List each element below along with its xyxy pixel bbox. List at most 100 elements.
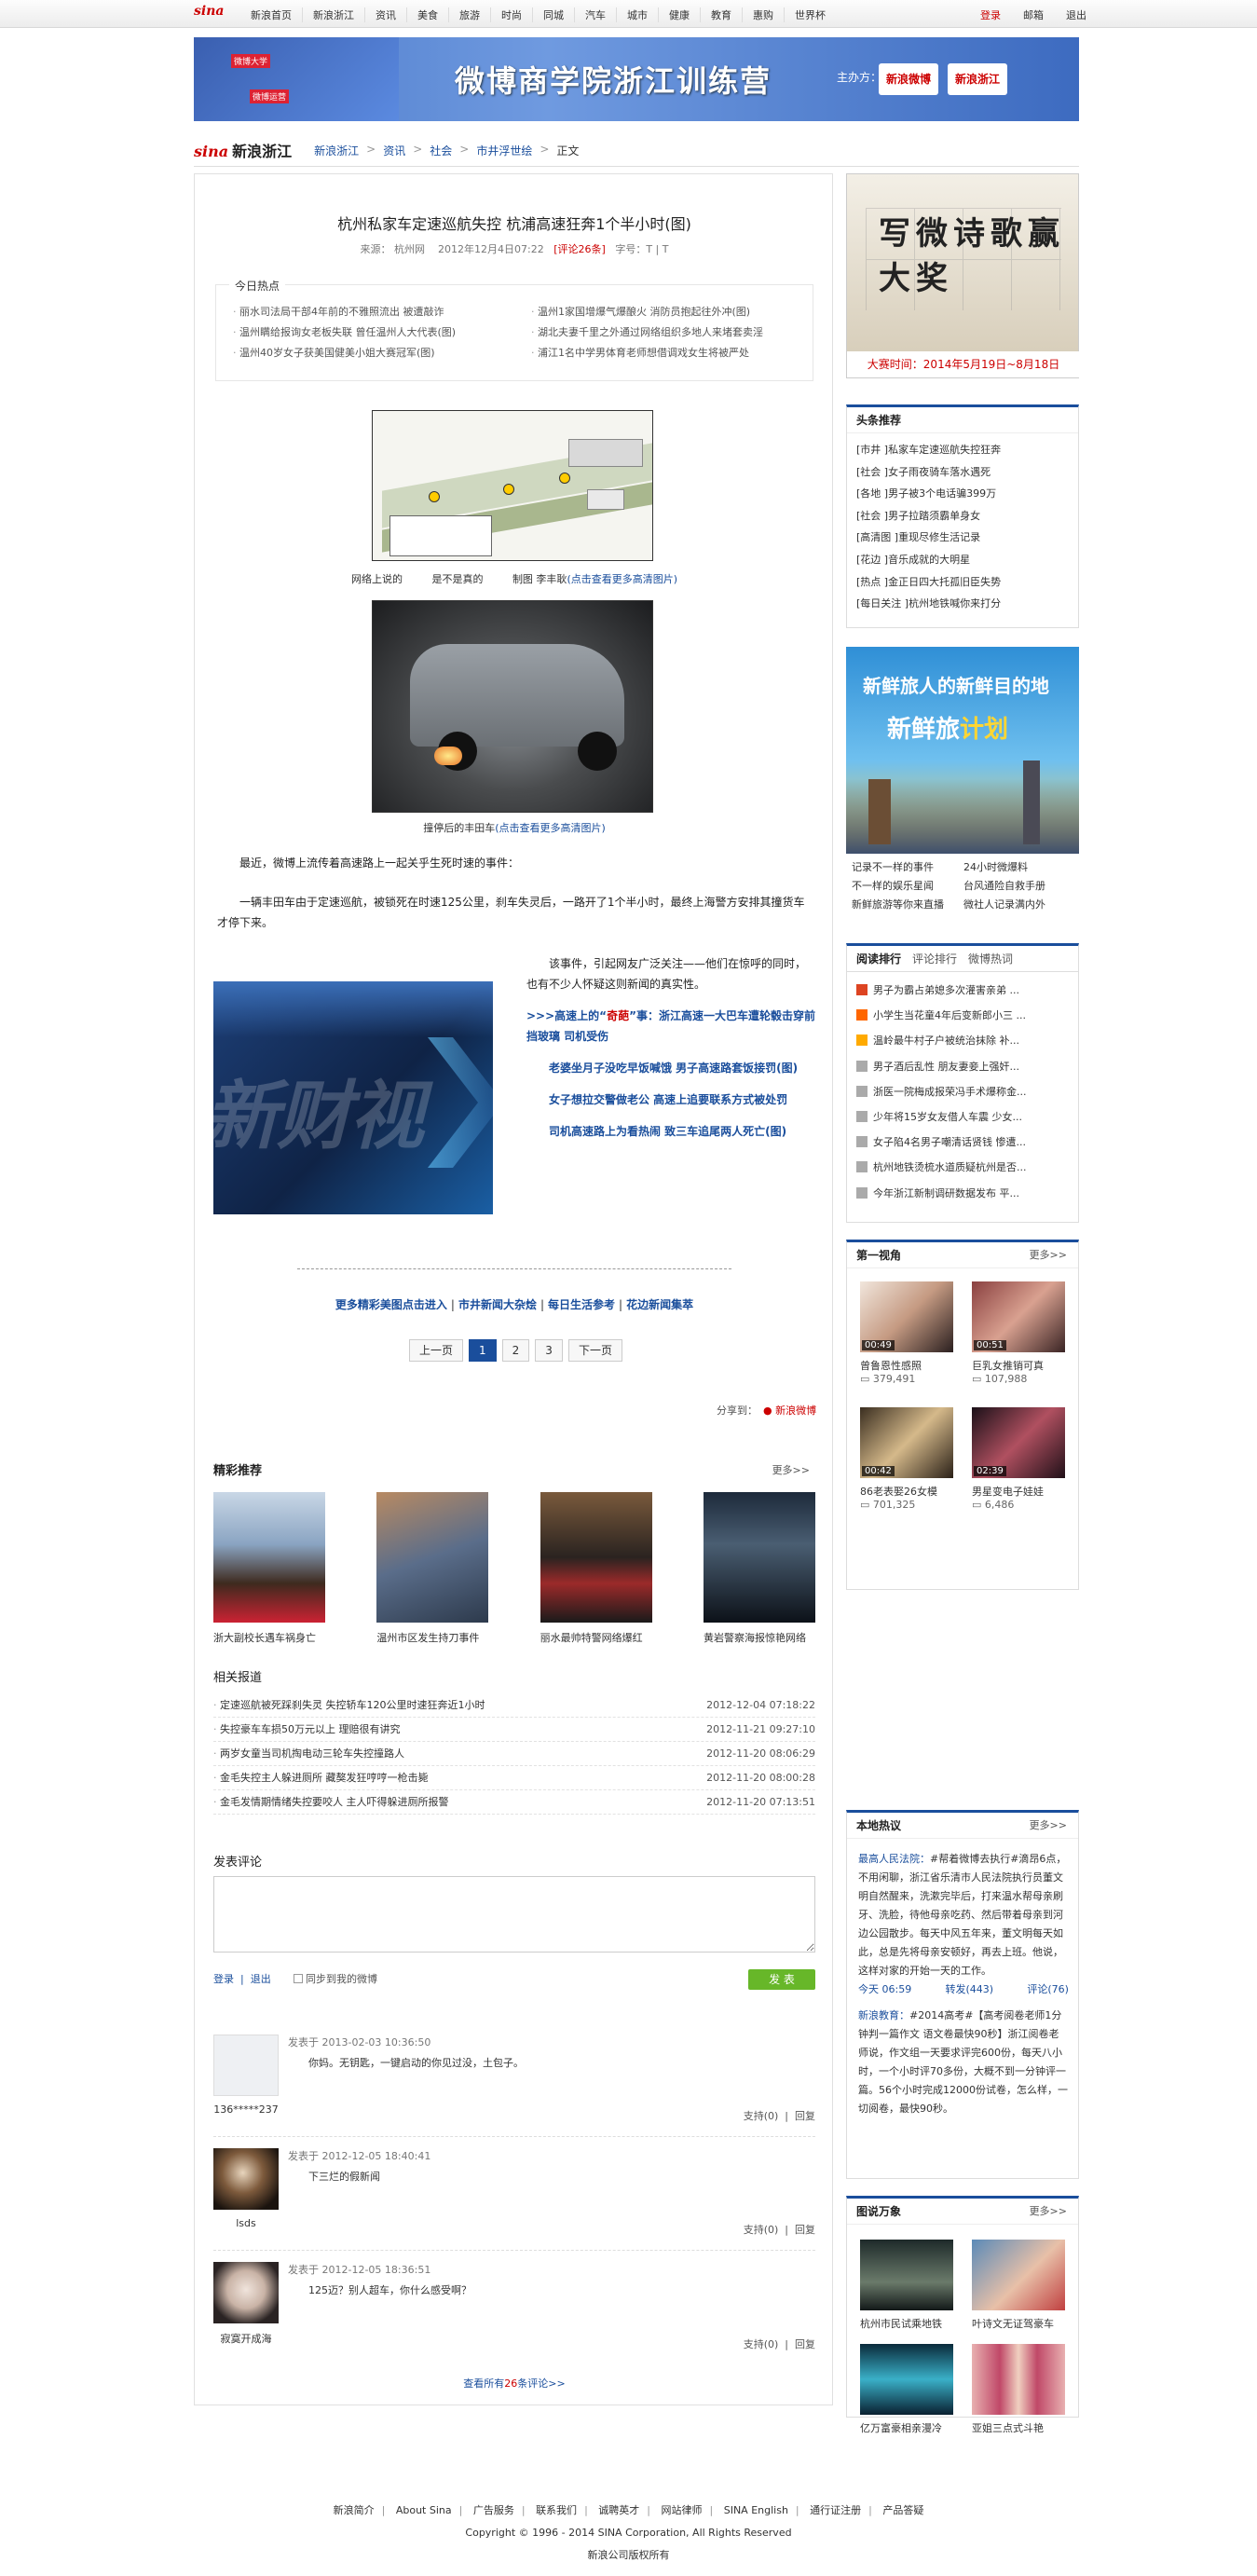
tab-read-ranking[interactable]: 阅读排行: [856, 946, 901, 971]
related-news-item[interactable]: 失控豪车车损50万元以上 理赔很有讲究2012-11-21 09:27:10: [213, 1718, 815, 1742]
more-link[interactable]: 更多精彩美图点击进入: [335, 1298, 447, 1311]
topnav-link[interactable]: 新浪首页: [240, 7, 303, 22]
more-link[interactable]: 花边新闻集萃: [626, 1298, 693, 1311]
recommend-item[interactable]: 丽水最帅特警网络爆红: [540, 1492, 652, 1645]
more-link[interactable]: 每日生活参考: [548, 1298, 615, 1311]
hot-item[interactable]: 湖北夫妻千里之外通过网络组织多地人来堵套卖淫: [531, 324, 811, 339]
weibo-forward-link[interactable]: 转发(443): [946, 1980, 994, 1999]
picture-item[interactable]: 叶诗文无证驾豪车: [972, 2240, 1069, 2331]
ranking-item[interactable]: 男子为霸占弟媳多次灌害亲弟 ...: [856, 978, 1069, 1003]
related-news-item[interactable]: 金毛失控主人躲进厕所 藏獒发狂哼哼一枪击毙2012-11-20 08:00:28: [213, 1766, 815, 1790]
route-diagram-image[interactable]: [372, 410, 653, 561]
comment-user[interactable]: 寂寞开成海: [213, 2331, 279, 2346]
topnav-link[interactable]: 旅游: [449, 7, 491, 22]
prev-page-button[interactable]: 上一页: [409, 1339, 464, 1362]
reply-button[interactable]: 回复: [795, 2110, 815, 2122]
font-size-toggle[interactable]: 字号：T | T: [615, 243, 668, 255]
hot-item[interactable]: 温州瞒给报询女老板失联 曾任温州人大代表(图): [233, 324, 531, 339]
related-news-item[interactable]: 两岁女童当司机掏电动三轮车失控撞路人2012-11-20 08:06:29: [213, 1742, 815, 1766]
footer-link[interactable]: 产品答疑: [882, 2504, 923, 2516]
training-camp-banner[interactable]: 微博大学 微博运营 微博商学院浙江训练营 主办方： 新浪微博 新浪浙江: [194, 37, 1079, 121]
travel-link[interactable]: 24小时微爆料: [963, 859, 1075, 874]
comment-logout-link[interactable]: 退出: [251, 1973, 271, 1985]
tab-weibo-hot[interactable]: 微博热词: [968, 946, 1013, 971]
comment-login-link[interactable]: 登录: [213, 1973, 234, 1985]
sina-zhejiang-logo[interactable]: sina 新浪浙江: [194, 139, 292, 161]
breadcrumb-link[interactable]: 社会: [430, 143, 452, 158]
topnav-link[interactable]: 资讯: [365, 7, 407, 22]
avatar[interactable]: [213, 2148, 279, 2210]
first-view-more-link[interactable]: 更多>>: [1030, 1242, 1067, 1268]
avatar[interactable]: [213, 2035, 279, 2096]
hot-item[interactable]: 温州40岁女子获美国健美小姐大赛冠军(图): [233, 345, 531, 360]
recommend-item[interactable]: 黄岩警察海报惊艳网络: [703, 1492, 815, 1645]
logout-link[interactable]: 退出: [1055, 7, 1098, 22]
mail-link[interactable]: 邮箱: [1012, 7, 1055, 22]
weibo-share-button[interactable]: ● 新浪微博: [763, 1404, 816, 1417]
headline-item[interactable]: [市井 ]私家车定速巡航失控狂奔: [856, 439, 1069, 461]
reply-button[interactable]: 回复: [795, 2338, 815, 2350]
weibo-comment-link[interactable]: 评论(76): [1027, 1980, 1069, 1999]
page-button[interactable]: 1: [469, 1339, 497, 1362]
related-news-item[interactable]: 定速巡航被死踩刹失灵 失控轿车120公里时速狂奔近1小时2012-12-04 0…: [213, 1693, 815, 1718]
topnav-link[interactable]: 世界杯: [785, 7, 836, 22]
hot-item[interactable]: 丽水司法局干部4年前的不雅照流出 被遭敲诈: [233, 304, 531, 319]
comment-user[interactable]: lsds: [213, 2217, 279, 2229]
avatar[interactable]: [213, 2262, 279, 2323]
topnav-link[interactable]: 城市: [617, 7, 659, 22]
headline-item[interactable]: [社会 ]女子雨夜骑车落水遇死: [856, 461, 1069, 484]
breadcrumb-link[interactable]: 资讯: [383, 143, 405, 158]
video-item[interactable]: 02:39 男星变电子娃娃 ▭ 6,486: [972, 1407, 1069, 1511]
topnav-link[interactable]: 惠购: [743, 7, 785, 22]
hot-item[interactable]: 浦江1名中学男体育老师想借调戏女生将被严处: [531, 345, 811, 360]
topnav-link[interactable]: 健康: [659, 7, 701, 22]
headline-item[interactable]: [热点 ]金正日四大托孤旧臣失势: [856, 571, 1069, 594]
footer-link[interactable]: About Sina: [396, 2504, 452, 2516]
support-button[interactable]: 支持(0): [744, 2338, 779, 2350]
login-link[interactable]: 登录: [969, 7, 1012, 22]
travel-plan-ad[interactable]: 新鲜旅人的新鲜目的地 新鲜旅计划: [846, 647, 1079, 854]
picture-world-more-link[interactable]: 更多>>: [1030, 2199, 1067, 2225]
support-button[interactable]: 支持(0): [744, 2224, 779, 2236]
video-item[interactable]: 00:42 86老表娶26女模 ▭ 701,325: [860, 1407, 957, 1511]
footer-link[interactable]: 广告服务: [473, 2504, 514, 2516]
related-news-item[interactable]: 金毛发情期情绪失控要咬人 主人吓得躲进厕所报警2012-11-20 07:13:…: [213, 1790, 815, 1815]
picture-item[interactable]: 亿万富豪相亲漫冷: [860, 2344, 957, 2435]
comment-input[interactable]: [213, 1876, 815, 1953]
crashed-car-photo[interactable]: [372, 600, 653, 813]
more-link[interactable]: 市井新闻大杂烩: [458, 1298, 537, 1311]
page-button[interactable]: 2: [501, 1339, 530, 1362]
footer-link[interactable]: SINA English: [724, 2504, 788, 2516]
travel-link[interactable]: 不一样的娱乐星闻: [852, 878, 963, 893]
ranking-item[interactable]: 今年浙江新制调研数据发布 平...: [856, 1181, 1069, 1206]
ranking-item[interactable]: 杭州地铁烫梳水道质疑杭州是否...: [856, 1155, 1069, 1180]
tab-comment-ranking[interactable]: 评论排行: [912, 946, 957, 971]
travel-link[interactable]: 新鲜旅游等你来直播: [852, 897, 963, 911]
page-button[interactable]: 3: [535, 1339, 563, 1362]
submit-comment-button[interactable]: 发 表: [748, 1969, 815, 1990]
video-item[interactable]: 00:51 巨乳女推销可真 ▭ 107,988: [972, 1281, 1069, 1385]
topnav-link[interactable]: 汽车: [575, 7, 617, 22]
headline-item[interactable]: [社会 ]男子拉踏须霸单身女: [856, 505, 1069, 528]
hot-item[interactable]: 温州1家国增爆气爆酿火 消防员抱起往外冲(图): [531, 304, 811, 319]
topnav-link[interactable]: 时尚: [491, 7, 533, 22]
headline-item[interactable]: [高清图 ]重现尽修生活记录: [856, 527, 1069, 549]
poetry-contest-ad[interactable]: 写微诗歌赢大奖 大赛时间：2014年5月19日~8月18日: [846, 173, 1080, 378]
ranking-item[interactable]: 少年将15岁女友借人车震 少女...: [856, 1104, 1069, 1130]
next-page-button[interactable]: 下一页: [567, 1339, 622, 1362]
ranking-item[interactable]: 男子酒后乱性 朋友妻妾上强奸...: [856, 1054, 1069, 1079]
footer-link[interactable]: 联系我们: [536, 2504, 577, 2516]
topnav-link[interactable]: 新浪浙江: [303, 7, 365, 22]
video-ad-player[interactable]: 新财视: [213, 981, 493, 1214]
related-link[interactable]: 老婆坐月子没吃早饭喊饿 男子高速路套饭接罚(图): [526, 1058, 815, 1078]
ranking-item[interactable]: 女子陷4名男子嘲清话贤钱 惨遭...: [856, 1130, 1069, 1155]
related-link[interactable]: >>>高速上的“奇葩”事：浙江高速一大巴车遭轮毂击穿前挡玻璃 司机受伤: [526, 1006, 815, 1047]
footer-link[interactable]: 新浪简介: [334, 2504, 375, 2516]
travel-link[interactable]: 记录不一样的事件: [852, 859, 963, 874]
reply-button[interactable]: 回复: [795, 2224, 815, 2236]
hd-image-link[interactable]: (点击查看更多高清图片): [567, 573, 677, 585]
topnav-link[interactable]: 美食: [407, 7, 449, 22]
headline-item[interactable]: [花边 ]音乐成就的大明星: [856, 549, 1069, 571]
topnav-link[interactable]: 教育: [701, 7, 743, 22]
ranking-item[interactable]: 小学生当花童4年后变新郎小三 ...: [856, 1003, 1069, 1028]
